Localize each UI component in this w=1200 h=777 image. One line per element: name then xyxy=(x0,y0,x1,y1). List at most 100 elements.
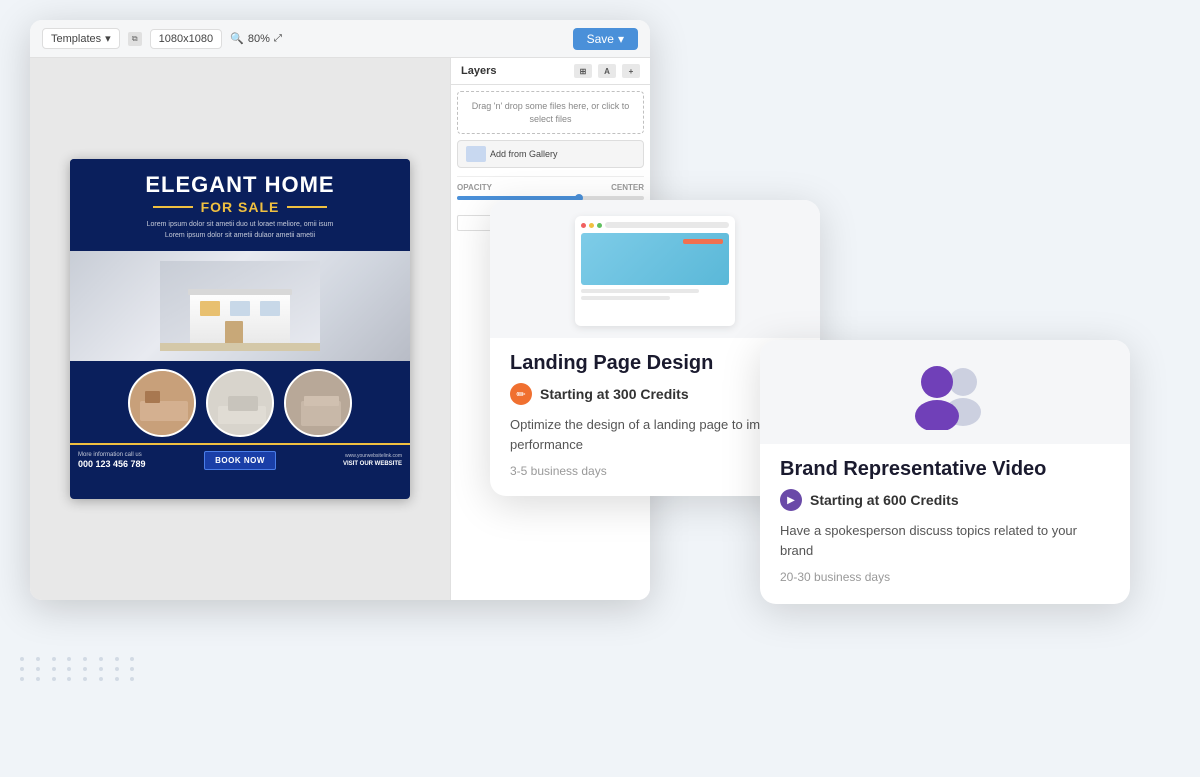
dot xyxy=(130,657,134,661)
house-illustration xyxy=(160,261,320,351)
center-label: CENTER xyxy=(611,183,644,192)
phone-number: 000 123 456 789 xyxy=(78,459,146,469)
dot-green xyxy=(597,223,602,228)
dots-decoration xyxy=(20,657,140,737)
landing-card-preview xyxy=(490,200,820,338)
landing-card-turnaround: 3-5 business days xyxy=(510,464,800,478)
brand-video-card: Brand Representative Video ▶ Starting at… xyxy=(760,340,1130,604)
dot xyxy=(83,677,87,681)
circle-bedroom xyxy=(284,369,352,437)
landing-card-description: Optimize the design of a landing page to… xyxy=(510,415,800,454)
flyer-description: Lorem ipsum dolor sit ametii duo ut lora… xyxy=(86,220,394,241)
flyer-canvas: ELEGANT HOME FOR SALE Lorem ipsum dolor … xyxy=(70,159,410,499)
flyer-house-image xyxy=(70,251,410,361)
flyer-top: ELEGANT HOME FOR SALE Lorem ipsum dolor … xyxy=(70,159,410,251)
landing-credits-icon: ✏ xyxy=(510,383,532,405)
flyer-title: ELEGANT HOME xyxy=(86,173,394,197)
templates-label: Templates xyxy=(51,33,101,45)
landing-card-title: Landing Page Design xyxy=(510,352,800,375)
drag-drop-area[interactable]: Drag 'n' drop some files here, or click … xyxy=(457,91,644,134)
dot xyxy=(36,677,40,681)
dot xyxy=(52,677,56,681)
landing-credits-text: Starting at 300 Credits xyxy=(540,386,689,402)
layer-image-icon[interactable]: ⊞ xyxy=(574,64,592,78)
brand-card-preview xyxy=(760,340,1130,444)
dot-yellow xyxy=(589,223,594,228)
dot xyxy=(67,677,71,681)
templates-dropdown[interactable]: Templates ▾ xyxy=(42,28,120,49)
flyer-bottom-bar: More information call us 000 123 456 789… xyxy=(70,443,410,476)
add-from-gallery-button[interactable]: Add from Gallery xyxy=(457,140,644,168)
dot xyxy=(130,677,134,681)
brand-card-title: Brand Representative Video xyxy=(780,458,1110,481)
browser-bar xyxy=(581,222,729,228)
brand-people-icon xyxy=(895,360,995,430)
lp-content-lines xyxy=(581,289,729,300)
dot-grid xyxy=(20,657,140,681)
flyer-circles-row xyxy=(70,361,410,437)
save-chevron: ▾ xyxy=(618,32,624,46)
add-gallery-label: Add from Gallery xyxy=(490,149,558,159)
brand-credits-row: ▶ Starting at 600 Credits xyxy=(780,489,1110,511)
dot xyxy=(20,657,24,661)
layers-header: Layers ⊞ A + xyxy=(451,58,650,85)
url-bar xyxy=(605,222,729,228)
lp-cta-bar xyxy=(683,239,723,244)
circle-living xyxy=(206,369,274,437)
dot xyxy=(115,667,119,671)
layers-title: Layers xyxy=(461,65,496,77)
lp-line-1 xyxy=(581,289,699,293)
dot xyxy=(115,657,119,661)
zoom-fit-icon: ⤢ xyxy=(274,33,282,44)
dot xyxy=(67,657,71,661)
canvas-area[interactable]: ELEGANT HOME FOR SALE Lorem ipsum dolor … xyxy=(30,58,450,600)
brand-card-turnaround: 20-30 business days xyxy=(780,570,1110,584)
zoom-level: 80% xyxy=(248,33,270,45)
dot xyxy=(83,657,87,661)
brand-credits-text: Starting at 600 Credits xyxy=(810,492,959,508)
flyer-subtitle-text: FOR SALE xyxy=(201,199,280,215)
book-now-button[interactable]: BOOK NOW xyxy=(204,451,276,470)
lp-hero-section xyxy=(581,233,729,285)
templates-chevron: ▾ xyxy=(105,32,111,45)
gold-line-left xyxy=(153,206,193,208)
gold-line-right xyxy=(287,206,327,208)
save-button[interactable]: Save ▾ xyxy=(573,28,638,50)
dot xyxy=(67,667,71,671)
copy-icon[interactable]: ⧉ xyxy=(128,32,142,46)
brand-card-body: Brand Representative Video ▶ Starting at… xyxy=(760,444,1130,604)
circle-kitchen xyxy=(128,369,196,437)
dot xyxy=(83,667,87,671)
lp-line-2 xyxy=(581,296,670,300)
dot xyxy=(99,667,103,671)
dot xyxy=(36,657,40,661)
flyer-contact-info: More information call us 000 123 456 789 xyxy=(78,452,204,469)
visit-website: VISIT OUR WEBSITE xyxy=(276,460,402,468)
dot xyxy=(130,667,134,671)
zoom-controls: 🔍 80% ⤢ xyxy=(230,32,282,45)
drag-drop-text: Drag 'n' drop some files here, or click … xyxy=(472,101,630,124)
dot xyxy=(99,657,103,661)
website-info: www.yourwebsitelink.com VISIT OUR WEBSIT… xyxy=(276,453,402,468)
dot xyxy=(20,677,24,681)
dot xyxy=(20,667,24,671)
dot xyxy=(52,667,56,671)
dot-red xyxy=(581,223,586,228)
opacity-label: OPACITY xyxy=(457,183,492,192)
layer-text-icon[interactable]: A xyxy=(598,64,616,78)
save-label: Save xyxy=(587,32,614,46)
zoom-icon: 🔍 xyxy=(230,32,244,45)
dot xyxy=(36,667,40,671)
brand-credits-icon: ▶ xyxy=(780,489,802,511)
layer-add-icon[interactable]: + xyxy=(622,64,640,78)
gallery-thumb-icon xyxy=(466,146,486,162)
editor-toolbar: Templates ▾ ⧉ 1080x1080 🔍 80% ⤢ Save ▾ xyxy=(30,20,650,58)
dot xyxy=(99,677,103,681)
brand-card-description: Have a spokesperson discuss topics relat… xyxy=(780,521,1110,560)
canvas-size[interactable]: 1080x1080 xyxy=(150,29,222,49)
layers-icon-group: ⊞ A + xyxy=(574,64,640,78)
landing-page-preview-image xyxy=(575,216,735,326)
flyer-subtitle-row: FOR SALE xyxy=(86,199,394,215)
opacity-row: OPACITY CENTER xyxy=(457,183,644,192)
contact-label: More information call us xyxy=(78,452,146,458)
